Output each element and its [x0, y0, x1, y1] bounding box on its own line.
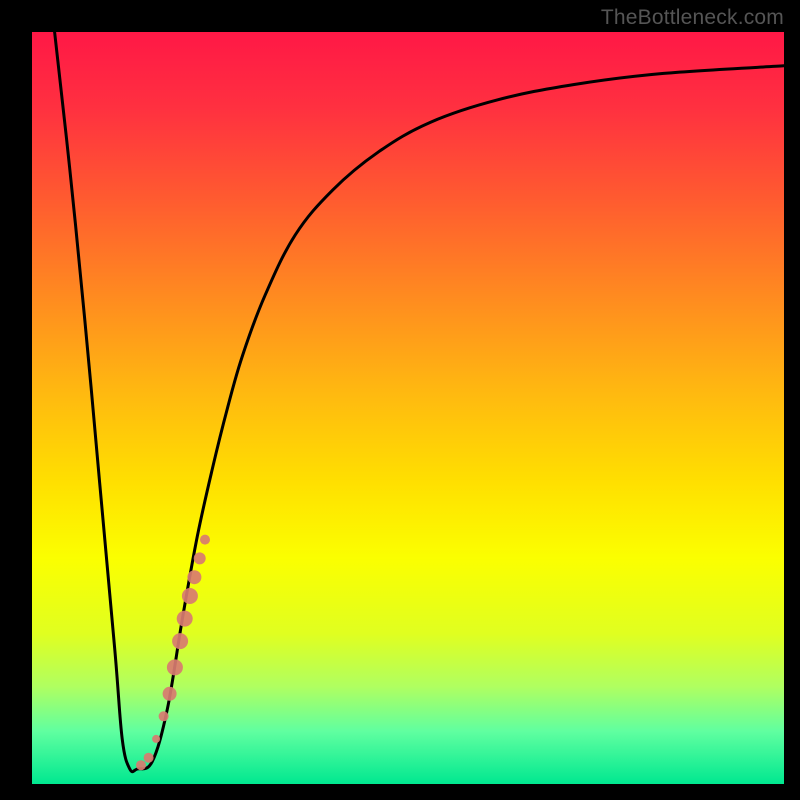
chart-svg: [32, 32, 784, 784]
highlight-dot: [182, 588, 198, 604]
highlight-dot: [136, 760, 146, 770]
chart-frame: TheBottleneck.com: [0, 0, 800, 800]
highlight-dot: [187, 570, 201, 584]
bottleneck-curve: [55, 32, 784, 772]
highlight-dot: [172, 633, 188, 649]
highlight-dot: [144, 753, 154, 763]
highlight-dot: [159, 711, 169, 721]
highlight-dots: [136, 535, 210, 771]
highlight-dot: [200, 535, 210, 545]
highlight-dot: [177, 611, 193, 627]
watermark-text: TheBottleneck.com: [601, 6, 784, 30]
highlight-dot: [167, 659, 183, 675]
plot-area: [32, 32, 784, 784]
highlight-dot: [163, 687, 177, 701]
highlight-dot: [152, 735, 160, 743]
highlight-dot: [194, 552, 206, 564]
